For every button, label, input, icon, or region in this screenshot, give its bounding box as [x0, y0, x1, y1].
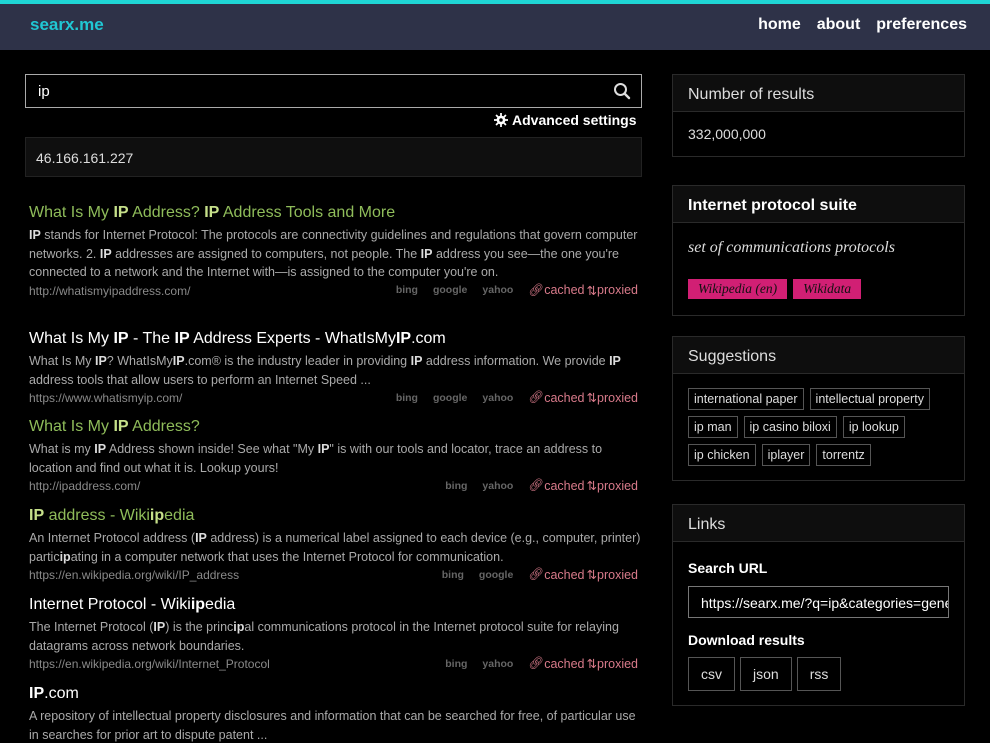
- link-icon: 🔗︎: [528, 656, 545, 670]
- result-snippet: What Is My IP? WhatIsMyIP.com® is the in…: [29, 354, 621, 387]
- result-snippet: A repository of intellectual property di…: [29, 709, 636, 742]
- infobox-title: Internet protocol suite: [673, 186, 964, 223]
- proxied-link[interactable]: ⇅ proxied: [586, 656, 638, 672]
- result-item: IP.com A repository of intellectual prop…: [29, 685, 641, 743]
- infobox-description: set of communications protocols: [688, 239, 895, 256]
- proxied-link[interactable]: ⇅ proxied: [586, 567, 638, 583]
- result-url[interactable]: http://ipaddress.com/: [29, 479, 140, 493]
- search-url-field[interactable]: https://searx.me/?q=ip&categories=genera…: [688, 586, 949, 618]
- cached-link[interactable]: 🔗︎ cached: [528, 656, 584, 671]
- result-title[interactable]: What Is My IP - The IP Address Experts -…: [29, 330, 641, 348]
- result-item: What Is My IP - The IP Address Experts -…: [29, 330, 641, 406]
- cached-link[interactable]: 🔗︎ cached: [528, 567, 584, 582]
- result-item: What Is My IP Address? What is my IP Add…: [29, 418, 641, 494]
- link-icon: 🔗︎: [528, 478, 545, 492]
- result-snippet: An Internet Protocol address (IP address…: [29, 531, 641, 564]
- link-icon: 🔗︎: [528, 390, 545, 404]
- search-form: [25, 74, 642, 108]
- result-title[interactable]: What Is My IP Address? IP Address Tools …: [29, 204, 641, 222]
- answer-box: 46.166.161.227: [25, 137, 642, 177]
- result-url[interactable]: https://en.wikipedia.org/wiki/Internet_P…: [29, 657, 270, 671]
- suggestion-item[interactable]: iplayer: [761, 444, 811, 466]
- result-snippet: The Internet Protocol (IP) is the princi…: [29, 620, 619, 653]
- engine-badge: bing: [441, 568, 464, 581]
- engine-badge: bing: [445, 657, 468, 670]
- sort-arrows-icon: ⇅: [586, 568, 597, 582]
- sort-arrows-icon: ⇅: [586, 657, 597, 671]
- link-icon: 🔗︎: [528, 567, 545, 581]
- brand-logo[interactable]: searx.me: [30, 15, 104, 35]
- engine-badge: bing: [395, 391, 418, 404]
- cached-link[interactable]: 🔗︎ cached: [528, 390, 584, 405]
- suggestion-item[interactable]: ip man: [688, 416, 738, 438]
- nav-about[interactable]: about: [817, 16, 861, 34]
- advanced-settings-toggle[interactable]: Advanced settings: [494, 112, 636, 128]
- results-count-panel: Number of results 332,000,000: [672, 74, 965, 157]
- answer-text: 46.166.161.227: [36, 150, 134, 166]
- panel-heading: Links: [673, 505, 964, 542]
- wikipedia-link[interactable]: Wikipedia (en): [688, 279, 788, 299]
- engine-badge: google: [432, 391, 468, 404]
- sort-arrows-icon: ⇅: [586, 283, 597, 298]
- suggestion-item[interactable]: intellectual property: [809, 388, 930, 410]
- link-icon: 🔗︎: [528, 282, 545, 297]
- proxied-link[interactable]: ⇅ proxied: [586, 390, 638, 406]
- sort-arrows-icon: ⇅: [586, 479, 597, 493]
- advanced-settings-label: Advanced settings: [512, 112, 637, 128]
- suggestion-item[interactable]: ip chicken: [688, 444, 756, 466]
- result-item: What Is My IP Address? IP Address Tools …: [29, 204, 641, 299]
- download-json-button[interactable]: json: [740, 657, 792, 691]
- result-title[interactable]: IP.com: [29, 685, 641, 703]
- download-csv-button[interactable]: csv: [688, 657, 735, 691]
- engine-badge: yahoo: [482, 284, 514, 296]
- nav-home[interactable]: home: [758, 16, 801, 34]
- download-rss-button[interactable]: rss: [796, 657, 842, 691]
- result-url[interactable]: http://whatismyipaddress.com/: [29, 284, 190, 298]
- result-title[interactable]: What Is My IP Address?: [29, 418, 641, 436]
- proxied-link[interactable]: ⇅ proxied: [586, 478, 638, 494]
- engine-badge: bing: [395, 284, 418, 296]
- nav-menu: home about preferences: [758, 16, 967, 34]
- panel-heading: Suggestions: [673, 337, 964, 374]
- top-bar: searx.me home about preferences: [0, 0, 990, 50]
- panel-heading: Number of results: [673, 75, 964, 112]
- search-url-label: Search URL: [688, 560, 768, 576]
- suggestions-panel: Suggestions international paper intellec…: [672, 336, 965, 481]
- infobox-panel: Internet protocol suite set of communica…: [672, 185, 965, 316]
- result-title[interactable]: Internet Protocol - Wikiipedia: [29, 596, 641, 614]
- download-results-label: Download results: [688, 632, 805, 648]
- engine-badge: google: [478, 568, 514, 581]
- sort-arrows-icon: ⇅: [586, 391, 597, 405]
- results-count: 332,000,000: [688, 126, 766, 142]
- wikidata-link[interactable]: Wikidata: [793, 279, 862, 299]
- engine-badge: yahoo: [482, 657, 514, 670]
- gear-icon: [494, 113, 508, 127]
- result-url[interactable]: https://en.wikipedia.org/wiki/IP_address: [29, 568, 239, 582]
- result-snippet: IP stands for Internet Protocol: The pro…: [29, 228, 638, 279]
- engine-badge: yahoo: [482, 391, 514, 404]
- search-input[interactable]: [26, 75, 596, 107]
- suggestion-item[interactable]: ip lookup: [842, 416, 905, 438]
- suggestion-item[interactable]: torrentz: [816, 444, 871, 466]
- suggestion-item[interactable]: ip casino biloxi: [743, 416, 837, 438]
- engine-badge: yahoo: [482, 479, 514, 492]
- nav-preferences[interactable]: preferences: [876, 16, 967, 34]
- links-panel: Links Search URL https://searx.me/?q=ip&…: [672, 504, 965, 706]
- result-item: Internet Protocol - Wikiipedia The Inter…: [29, 596, 641, 672]
- engine-badge: google: [432, 284, 468, 296]
- proxied-link[interactable]: ⇅ proxied: [587, 283, 638, 298]
- cached-link[interactable]: 🔗︎ cached: [528, 478, 584, 493]
- engine-badge: bing: [445, 479, 468, 492]
- result-item: IP address - Wikiipedia An Internet Prot…: [29, 507, 641, 583]
- result-url[interactable]: https://www.whatismyip.com/: [29, 391, 182, 405]
- result-snippet: What is my IP Address shown inside! See …: [29, 442, 603, 475]
- suggestion-item[interactable]: international paper: [688, 388, 804, 410]
- result-title[interactable]: IP address - Wikiipedia: [29, 507, 641, 525]
- cached-link[interactable]: 🔗︎ cached: [528, 283, 584, 298]
- search-icon[interactable]: [613, 82, 631, 100]
